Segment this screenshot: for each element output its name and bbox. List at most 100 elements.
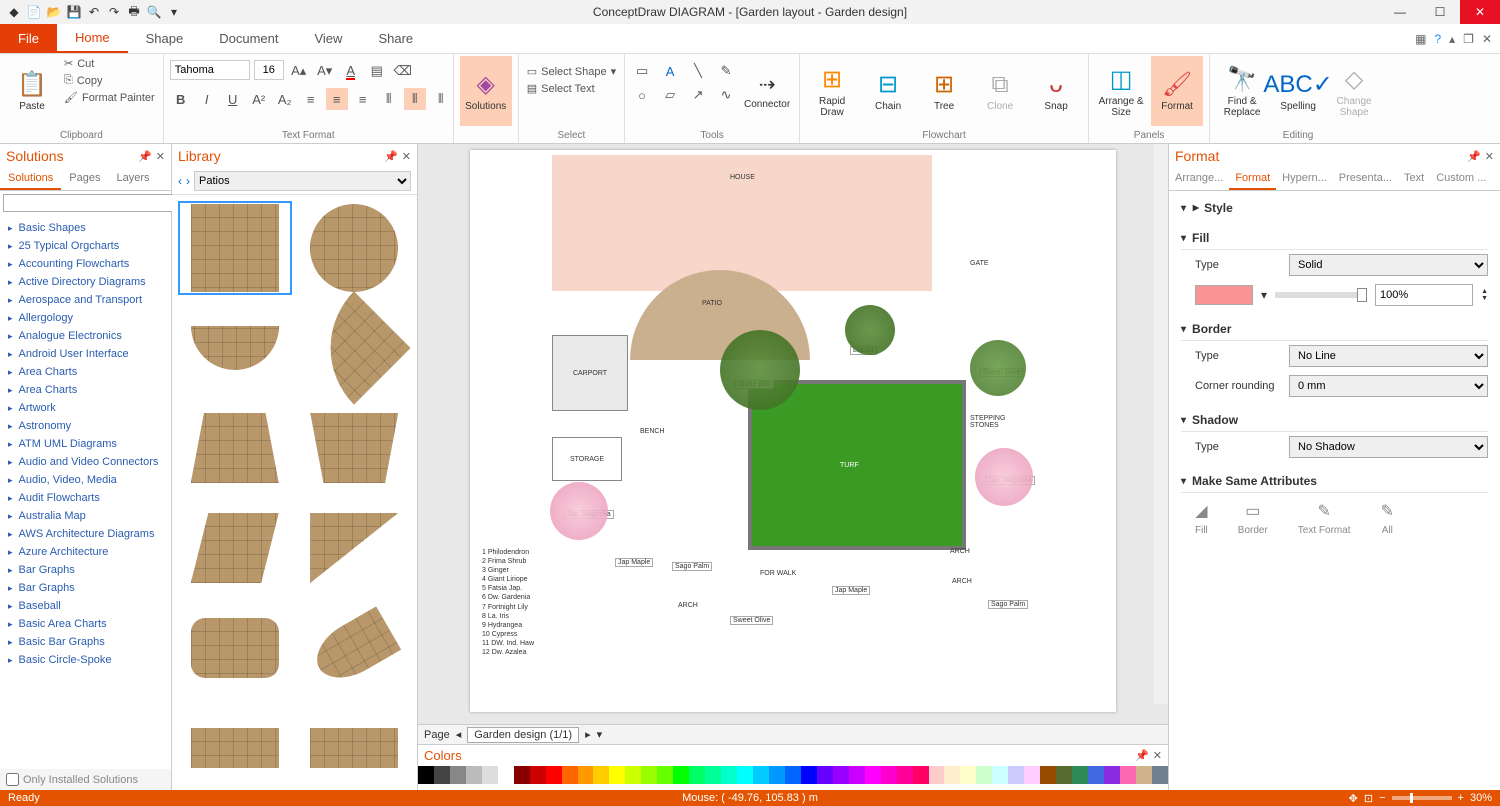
clear-format-icon[interactable]: ⌫: [392, 60, 414, 82]
vertical-scrollbar[interactable]: [1154, 144, 1168, 704]
swatch[interactable]: [609, 766, 625, 784]
msa-fill-button[interactable]: ◢Fill: [1195, 501, 1208, 536]
msa-all-button[interactable]: ✎All: [1381, 501, 1394, 536]
shape-patio-extra1[interactable]: [180, 703, 290, 790]
spin-up-icon[interactable]: ▲: [1481, 288, 1488, 295]
font-family-select[interactable]: [170, 60, 250, 80]
style-section-header[interactable]: ▾Style: [1181, 197, 1488, 219]
find-replace-button[interactable]: 🔭Find & Replace: [1216, 56, 1268, 126]
solution-item[interactable]: Basic Shapes: [0, 219, 171, 237]
swatch[interactable]: [625, 766, 641, 784]
copy-button[interactable]: ⎘ Copy: [62, 73, 157, 88]
solution-item[interactable]: Australia Map: [0, 507, 171, 525]
tab-format[interactable]: Format: [1229, 168, 1276, 190]
solution-item[interactable]: Analogue Electronics: [0, 327, 171, 345]
swatch[interactable]: [657, 766, 673, 784]
solution-item[interactable]: Astronomy: [0, 417, 171, 435]
swatch[interactable]: [578, 766, 594, 784]
lib-next-icon[interactable]: ›: [186, 174, 190, 188]
swatch[interactable]: [737, 766, 753, 784]
solution-item[interactable]: Basic Area Charts: [0, 615, 171, 633]
highlight-icon[interactable]: ▤: [366, 60, 388, 82]
collapse-ribbon-icon[interactable]: ▴: [1449, 32, 1455, 46]
align-top-icon[interactable]: ⫴: [378, 88, 400, 110]
ellipse-tool-icon[interactable]: ○: [631, 84, 653, 106]
color-dropdown-icon[interactable]: ▾: [1261, 288, 1267, 302]
tab-document[interactable]: Document: [201, 24, 296, 53]
shape-patio-halfcircle[interactable]: [180, 303, 290, 393]
underline-icon[interactable]: U: [222, 88, 244, 110]
swatch[interactable]: [673, 766, 689, 784]
drawing-page[interactable]: HOUSE PATIO CARPORT STORAGE BENCH TURF G…: [470, 150, 1116, 712]
solution-item[interactable]: Bar Graphs: [0, 561, 171, 579]
swatch[interactable]: [753, 766, 769, 784]
swatch[interactable]: [769, 766, 785, 784]
solution-item[interactable]: Allergology: [0, 309, 171, 327]
swatch[interactable]: [976, 766, 992, 784]
shape-patio-half[interactable]: [300, 603, 410, 693]
only-installed-checkbox[interactable]: Only Installed Solutions: [0, 769, 171, 790]
swatch[interactable]: [801, 766, 817, 784]
solutions-search-input[interactable]: [3, 194, 182, 212]
fill-section-header[interactable]: Fill: [1181, 227, 1488, 250]
tab-shape[interactable]: Shape: [128, 24, 202, 53]
color-swatches[interactable]: [418, 766, 1168, 784]
print-icon[interactable]: 🖶: [126, 4, 142, 20]
swatch[interactable]: [929, 766, 945, 784]
shape-patio-circle[interactable]: [300, 203, 410, 293]
page-prev-icon[interactable]: ◂: [456, 728, 462, 741]
swatch[interactable]: [960, 766, 976, 784]
msa-text-button[interactable]: ✎Text Format: [1298, 501, 1351, 536]
swatch[interactable]: [593, 766, 609, 784]
italic-icon[interactable]: I: [196, 88, 218, 110]
paste-button[interactable]: 📋Paste: [6, 56, 58, 126]
close-panel-icon[interactable]: ✕: [402, 150, 411, 163]
library-category-select[interactable]: Patios: [194, 171, 411, 191]
align-center-icon[interactable]: ≡: [326, 88, 348, 110]
pan-icon[interactable]: ✥: [1349, 792, 1358, 805]
canvas-scroll[interactable]: HOUSE PATIO CARPORT STORAGE BENCH TURF G…: [418, 144, 1168, 724]
arrow-tool-icon[interactable]: ↗: [687, 84, 709, 106]
save-icon[interactable]: 💾: [66, 4, 82, 20]
select-text-button[interactable]: ▤ Select Text: [525, 81, 618, 96]
child-restore-icon[interactable]: ❐: [1463, 32, 1474, 46]
swatch[interactable]: [546, 766, 562, 784]
close-panel-icon[interactable]: ✕: [1485, 150, 1494, 163]
undo-icon[interactable]: ↶: [86, 4, 102, 20]
page-dropdown-icon[interactable]: ▾: [597, 728, 603, 741]
solution-item[interactable]: Audio and Video Connectors: [0, 453, 171, 471]
tree-sweet-olive[interactable]: [970, 340, 1026, 396]
swatch[interactable]: [897, 766, 913, 784]
solution-item[interactable]: Baseball: [0, 597, 171, 615]
swatch[interactable]: [1104, 766, 1120, 784]
tree-jap-magnolia2[interactable]: [550, 482, 608, 540]
shadow-section-header[interactable]: Shadow: [1181, 409, 1488, 432]
solution-item[interactable]: Aerospace and Transport: [0, 291, 171, 309]
carport-block[interactable]: CARPORT: [552, 335, 628, 411]
swatch[interactable]: [992, 766, 1008, 784]
page-tab[interactable]: Garden design (1/1): [467, 727, 579, 743]
font-color-icon[interactable]: A: [340, 60, 362, 82]
solution-item[interactable]: Audit Flowcharts: [0, 489, 171, 507]
pen-tool-icon[interactable]: ✎: [715, 60, 737, 82]
swatch[interactable]: [498, 766, 514, 784]
swatch[interactable]: [689, 766, 705, 784]
curve-tool-icon[interactable]: ∿: [715, 84, 737, 106]
shape-patio-triangle[interactable]: [300, 503, 410, 593]
swatch[interactable]: [833, 766, 849, 784]
tab-home[interactable]: Home: [57, 24, 128, 53]
align-middle-icon[interactable]: ⫴: [404, 88, 426, 110]
new-icon[interactable]: 📄: [26, 4, 42, 20]
msa-border-button[interactable]: ▭Border: [1238, 501, 1268, 536]
swatch[interactable]: [530, 766, 546, 784]
file-menu[interactable]: File: [0, 24, 57, 53]
swatch[interactable]: [466, 766, 482, 784]
qat-dropdown-icon[interactable]: ▾: [166, 4, 182, 20]
shape-patio-trapezoid2[interactable]: [300, 403, 410, 493]
rapid-draw-button[interactable]: ⊞Rapid Draw: [806, 56, 858, 126]
msa-section-header[interactable]: Make Same Attributes: [1181, 470, 1488, 493]
solution-item[interactable]: Basic Circle-Spoke: [0, 651, 171, 669]
grid-icon[interactable]: ▦: [1415, 32, 1426, 46]
tree-button[interactable]: ⊞Tree: [918, 56, 970, 126]
corner-rounding-select[interactable]: 0 mm: [1289, 375, 1488, 397]
